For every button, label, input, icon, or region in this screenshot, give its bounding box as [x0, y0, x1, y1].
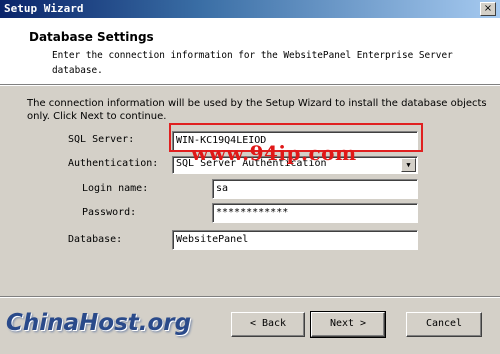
header-divider [0, 84, 500, 86]
next-button[interactable]: Next > [310, 311, 386, 338]
login-name-label: Login name: [82, 183, 149, 194]
page-description: Enter the connection information for the… [52, 50, 453, 76]
password-input[interactable]: ************ [212, 203, 418, 223]
chinahost-logo: ChinaHost.org [6, 310, 192, 336]
wizard-header: Database Settings Enter the connection i… [0, 18, 500, 84]
password-label: Password: [82, 207, 137, 218]
database-label: Database: [68, 234, 123, 245]
close-icon[interactable]: × [480, 2, 496, 16]
title-bar: Setup Wizard × [0, 0, 500, 18]
page-title: Database Settings [29, 30, 154, 44]
database-input[interactable]: WebsitePanel [172, 230, 418, 250]
chevron-down-icon[interactable]: ▼ [401, 158, 416, 172]
window-title: Setup Wizard [4, 2, 84, 15]
info-text: The connection information will be used … [27, 98, 487, 122]
login-name-input[interactable]: sa [212, 179, 418, 199]
back-button[interactable]: < Back [231, 312, 305, 337]
authentication-label: Authentication: [68, 158, 159, 169]
footer-divider [0, 296, 500, 298]
sql-server-label: SQL Server: [68, 134, 135, 145]
cancel-button[interactable]: Cancel [406, 312, 482, 337]
watermark-text: www.94ip.com [191, 141, 357, 165]
